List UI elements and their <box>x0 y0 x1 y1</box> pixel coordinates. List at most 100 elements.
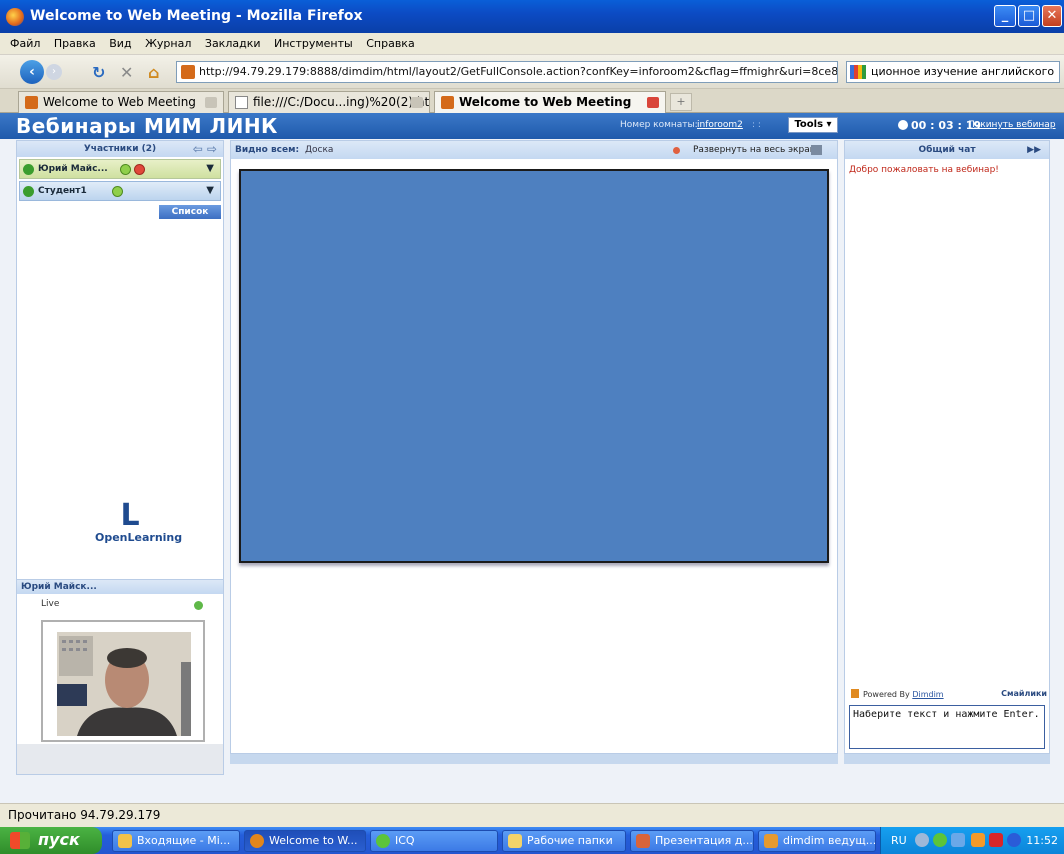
task-dimdim[interactable]: dimdim ведущ... <box>758 830 876 852</box>
language-indicator[interactable]: RU <box>891 827 907 854</box>
menu-file[interactable]: Файл <box>10 33 40 55</box>
dimdim-icon <box>851 689 859 698</box>
menu-help[interactable]: Справка <box>366 33 414 55</box>
audio-icon[interactable] <box>120 164 131 175</box>
status-bar: Прочитано 94.79.29.179 <box>0 803 1064 827</box>
dimdim-link[interactable]: Dimdim <box>912 690 943 699</box>
tab-label: file:///C:/Docu...ing)%20(2).htm <box>253 95 430 109</box>
participant-name: Студент1 <box>38 186 87 196</box>
tools-button[interactable]: Tools ▾ <box>788 117 838 133</box>
firefox-icon <box>6 8 24 26</box>
arrow-icon[interactable] <box>915 833 929 847</box>
menu-tools[interactable]: Инструменты <box>274 33 353 55</box>
tab-welcome-1[interactable]: Welcome to Web Meeting <box>18 91 224 113</box>
tab-close-icon[interactable] <box>205 97 217 108</box>
home-icon[interactable]: ⌂ <box>148 63 159 82</box>
back-button[interactable]: ‹ <box>20 60 44 84</box>
chevron-down-icon[interactable]: ▼ <box>206 160 214 178</box>
clock-time: 11:52 <box>1026 834 1058 847</box>
start-label: пуск <box>38 830 80 849</box>
task-inbox[interactable]: Входящие - Mi... <box>112 830 240 852</box>
chat-header: Общий чат ▶▶ <box>845 141 1049 159</box>
window-titlebar[interactable]: Welcome to Web Meeting - Mozilla Firefox… <box>0 0 1064 33</box>
whiteboard-canvas[interactable] <box>239 169 829 563</box>
webcam-frame <box>41 620 205 742</box>
chat-panel: Общий чат ▶▶ Добро пожаловать на вебинар… <box>844 140 1050 754</box>
chat-title: Общий чат <box>918 145 976 155</box>
participants-header: Участники (2) ⇦ ⇨ <box>17 141 223 157</box>
dimdim-favicon <box>25 96 38 109</box>
menu-view[interactable]: Вид <box>109 33 131 55</box>
video-icon[interactable] <box>134 164 145 175</box>
whiteboard-panel: Видно всем: Доска Развернуть на весь экр… <box>230 140 838 754</box>
close-button[interactable]: ✕ <box>1042 5 1062 27</box>
maximize-button[interactable]: □ <box>1018 5 1040 27</box>
room-separator: : : <box>752 120 761 130</box>
collapse-arrows-icon[interactable]: ⇦ ⇨ <box>193 141 217 157</box>
search-text: ционное изучение английского <box>871 65 1055 78</box>
participant-row[interactable]: Студент1 ▼ <box>19 181 221 201</box>
start-button[interactable]: пуск <box>0 827 102 854</box>
smileys-button[interactable]: Смайлики <box>1001 689 1047 698</box>
openlearning-logo: L OpenLearning <box>95 498 182 545</box>
task-label: Welcome to W... <box>269 834 358 847</box>
tab-close-icon[interactable] <box>647 97 659 108</box>
chevron-down-icon[interactable]: ▼ <box>206 182 214 200</box>
kaspersky-icon[interactable] <box>989 833 1003 847</box>
participants-panel: Участники (2) ⇦ ⇨ Юрий Майс... ▼ Студент… <box>16 140 224 580</box>
room-label: Номер комнаты: <box>620 120 698 130</box>
task-presentation[interactable]: Презентация д... <box>630 830 754 852</box>
expand-icon[interactable]: ▶▶ <box>1027 141 1041 159</box>
task-label: Входящие - Mi... <box>137 834 231 847</box>
windows-flag-icon <box>10 832 30 849</box>
icq-tray-icon[interactable] <box>933 833 947 847</box>
logo-mark: L <box>120 498 140 533</box>
minimize-button[interactable]: _ <box>994 5 1016 27</box>
dimdim-favicon <box>181 65 195 79</box>
forward-button[interactable]: › <box>46 64 62 80</box>
tab-welcome-active[interactable]: Welcome to Web Meeting <box>434 91 666 114</box>
menu-history[interactable]: Журнал <box>145 33 191 55</box>
fullscreen-link[interactable]: Развернуть на весь экран <box>693 141 816 159</box>
navigation-toolbar: ‹ › ↻ ✕ ⌂ http://94.79.29.179:8888/dimdi… <box>0 55 1064 89</box>
status-ok-icon <box>23 186 34 197</box>
bluetooth-icon[interactable] <box>1007 833 1021 847</box>
task-label: ICQ <box>395 834 415 847</box>
google-icon <box>850 65 866 79</box>
menu-edit[interactable]: Правка <box>54 33 96 55</box>
participant-row[interactable]: Юрий Майс... ▼ <box>19 159 221 179</box>
status-ok-icon <box>23 164 34 175</box>
leave-webinar-link[interactable]: Покинуть вебинар <box>968 120 1056 130</box>
list-button[interactable]: Список <box>159 205 221 219</box>
video-footer <box>17 744 223 774</box>
reload-icon[interactable]: ↻ <box>92 63 105 82</box>
task-label: dimdim ведущ... <box>783 834 876 847</box>
task-firefox[interactable]: Welcome to W... <box>244 830 366 852</box>
stop-icon[interactable]: ✕ <box>120 63 133 82</box>
new-tab-button[interactable]: + <box>670 93 692 111</box>
chat-footer <box>844 754 1050 764</box>
visible-to-all-label: Видно всем: <box>235 145 300 155</box>
audio-icon[interactable] <box>112 186 123 197</box>
system-tray: RU 11:52 <box>880 827 1064 854</box>
room-link[interactable]: inforoom2 <box>697 120 743 130</box>
chat-input[interactable]: Наберите текст и нажмите Enter. <box>849 705 1045 749</box>
app-tray-icon[interactable] <box>971 833 985 847</box>
fullscreen-icon[interactable] <box>811 145 822 155</box>
tab-close-icon[interactable] <box>411 97 423 108</box>
task-icq[interactable]: ICQ <box>370 830 498 852</box>
tab-label: Welcome to Web Meeting <box>43 95 196 109</box>
search-input[interactable]: ционное изучение английского <box>846 61 1060 83</box>
network-icon[interactable] <box>951 833 965 847</box>
app-brand: Вебинары МИМ ЛИНК <box>16 114 278 138</box>
url-input[interactable]: http://94.79.29.179:8888/dimdim/html/lay… <box>176 61 838 83</box>
window-title: Welcome to Web Meeting - Mozilla Firefox <box>30 8 363 24</box>
tab-file[interactable]: file:///C:/Docu...ing)%20(2).htm <box>228 91 430 113</box>
icq-flower-icon <box>376 834 390 848</box>
powered-by: Powered By Dimdim Смайлики <box>851 689 1047 699</box>
menu-bookmarks[interactable]: Закладки <box>205 33 261 55</box>
clock-icon <box>898 120 908 130</box>
video-header: Юрий Майск... <box>17 580 223 594</box>
live-label: Live <box>41 599 60 609</box>
task-folder[interactable]: Рабочие папки <box>502 830 626 852</box>
